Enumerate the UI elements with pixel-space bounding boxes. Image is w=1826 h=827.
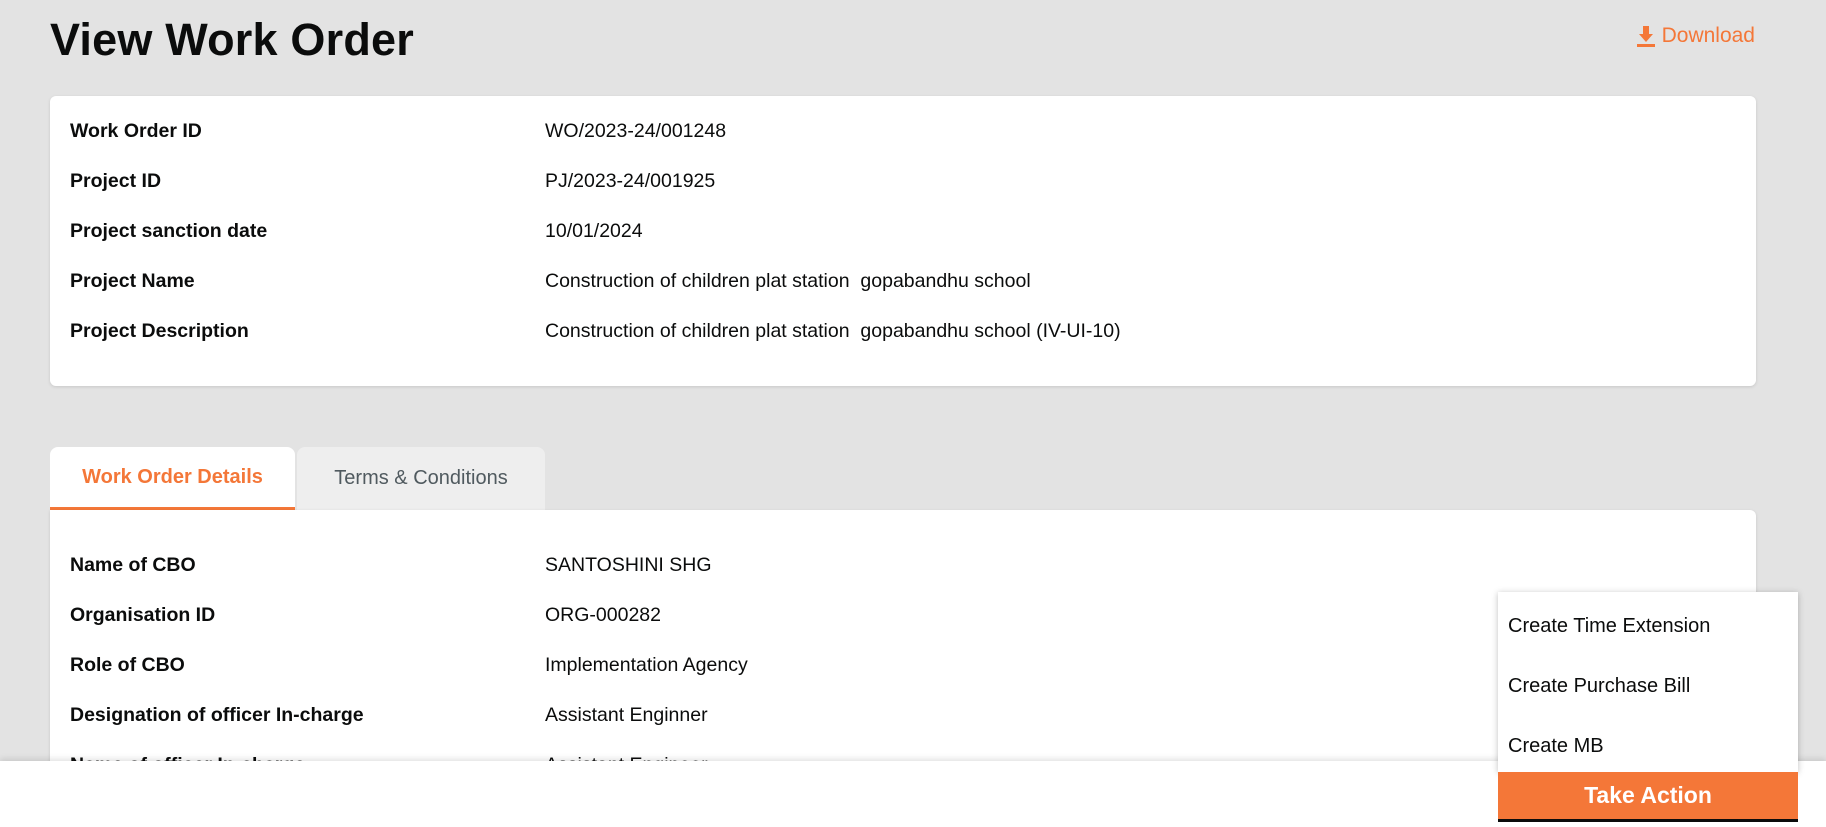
field-value: Construction of children plat station go… xyxy=(545,320,1121,342)
summary-row: Work Order ID WO/2023-24/001248 xyxy=(70,116,1736,146)
summary-row: Project Name Construction of children pl… xyxy=(70,266,1736,296)
summary-row: Project sanction date 10/01/2024 xyxy=(70,216,1736,246)
detail-row: Organisation ID ORG-000282 xyxy=(70,600,1736,630)
field-value: PJ/2023-24/001925 xyxy=(545,170,716,192)
detail-row: Name of CBO SANTOSHINI SHG xyxy=(70,550,1736,580)
page-title: View Work Order xyxy=(50,14,414,65)
tab-bar: Work Order Details Terms & Conditions xyxy=(50,447,545,510)
field-label: Organisation ID xyxy=(70,604,216,626)
field-value: Implementation Agency xyxy=(545,654,748,676)
action-menu: Create Time Extension Create Purchase Bi… xyxy=(1498,592,1798,772)
download-button[interactable]: Download xyxy=(1636,24,1755,48)
field-value: Assistant Enginner xyxy=(545,704,708,726)
download-icon xyxy=(1636,24,1656,48)
menu-item-create-time-extension[interactable]: Create Time Extension xyxy=(1508,615,1710,638)
field-label: Designation of officer In-charge xyxy=(70,704,364,726)
field-label: Role of CBO xyxy=(70,654,185,676)
field-label: Project Name xyxy=(70,270,195,292)
summary-row: Project Description Construction of chil… xyxy=(70,316,1736,346)
detail-row: Designation of officer In-charge Assista… xyxy=(70,700,1736,730)
field-value: WO/2023-24/001248 xyxy=(545,120,727,142)
work-order-summary-card: Work Order ID WO/2023-24/001248 Project … xyxy=(50,96,1756,386)
download-label: Download xyxy=(1661,24,1755,47)
menu-item-create-mb[interactable]: Create MB xyxy=(1508,735,1604,758)
tab-work-order-details[interactable]: Work Order Details xyxy=(50,447,295,510)
take-action-button[interactable]: Take Action xyxy=(1498,772,1798,822)
field-label: Project Description xyxy=(70,320,249,342)
summary-row: Project ID PJ/2023-24/001925 xyxy=(70,166,1736,196)
field-label: Work Order ID xyxy=(70,120,202,142)
field-label: Name of CBO xyxy=(70,554,196,576)
field-label: Project sanction date xyxy=(70,220,268,242)
field-value: ORG-000282 xyxy=(545,604,661,626)
tab-terms-and-conditions[interactable]: Terms & Conditions xyxy=(297,447,545,510)
field-label: Project ID xyxy=(70,170,162,192)
detail-row: Role of CBO Implementation Agency xyxy=(70,650,1736,680)
field-value: 10/01/2024 xyxy=(545,220,643,242)
field-value: Construction of children plat station go… xyxy=(545,270,1031,292)
field-value: SANTOSHINI SHG xyxy=(545,554,712,576)
menu-item-create-purchase-bill[interactable]: Create Purchase Bill xyxy=(1508,675,1690,698)
